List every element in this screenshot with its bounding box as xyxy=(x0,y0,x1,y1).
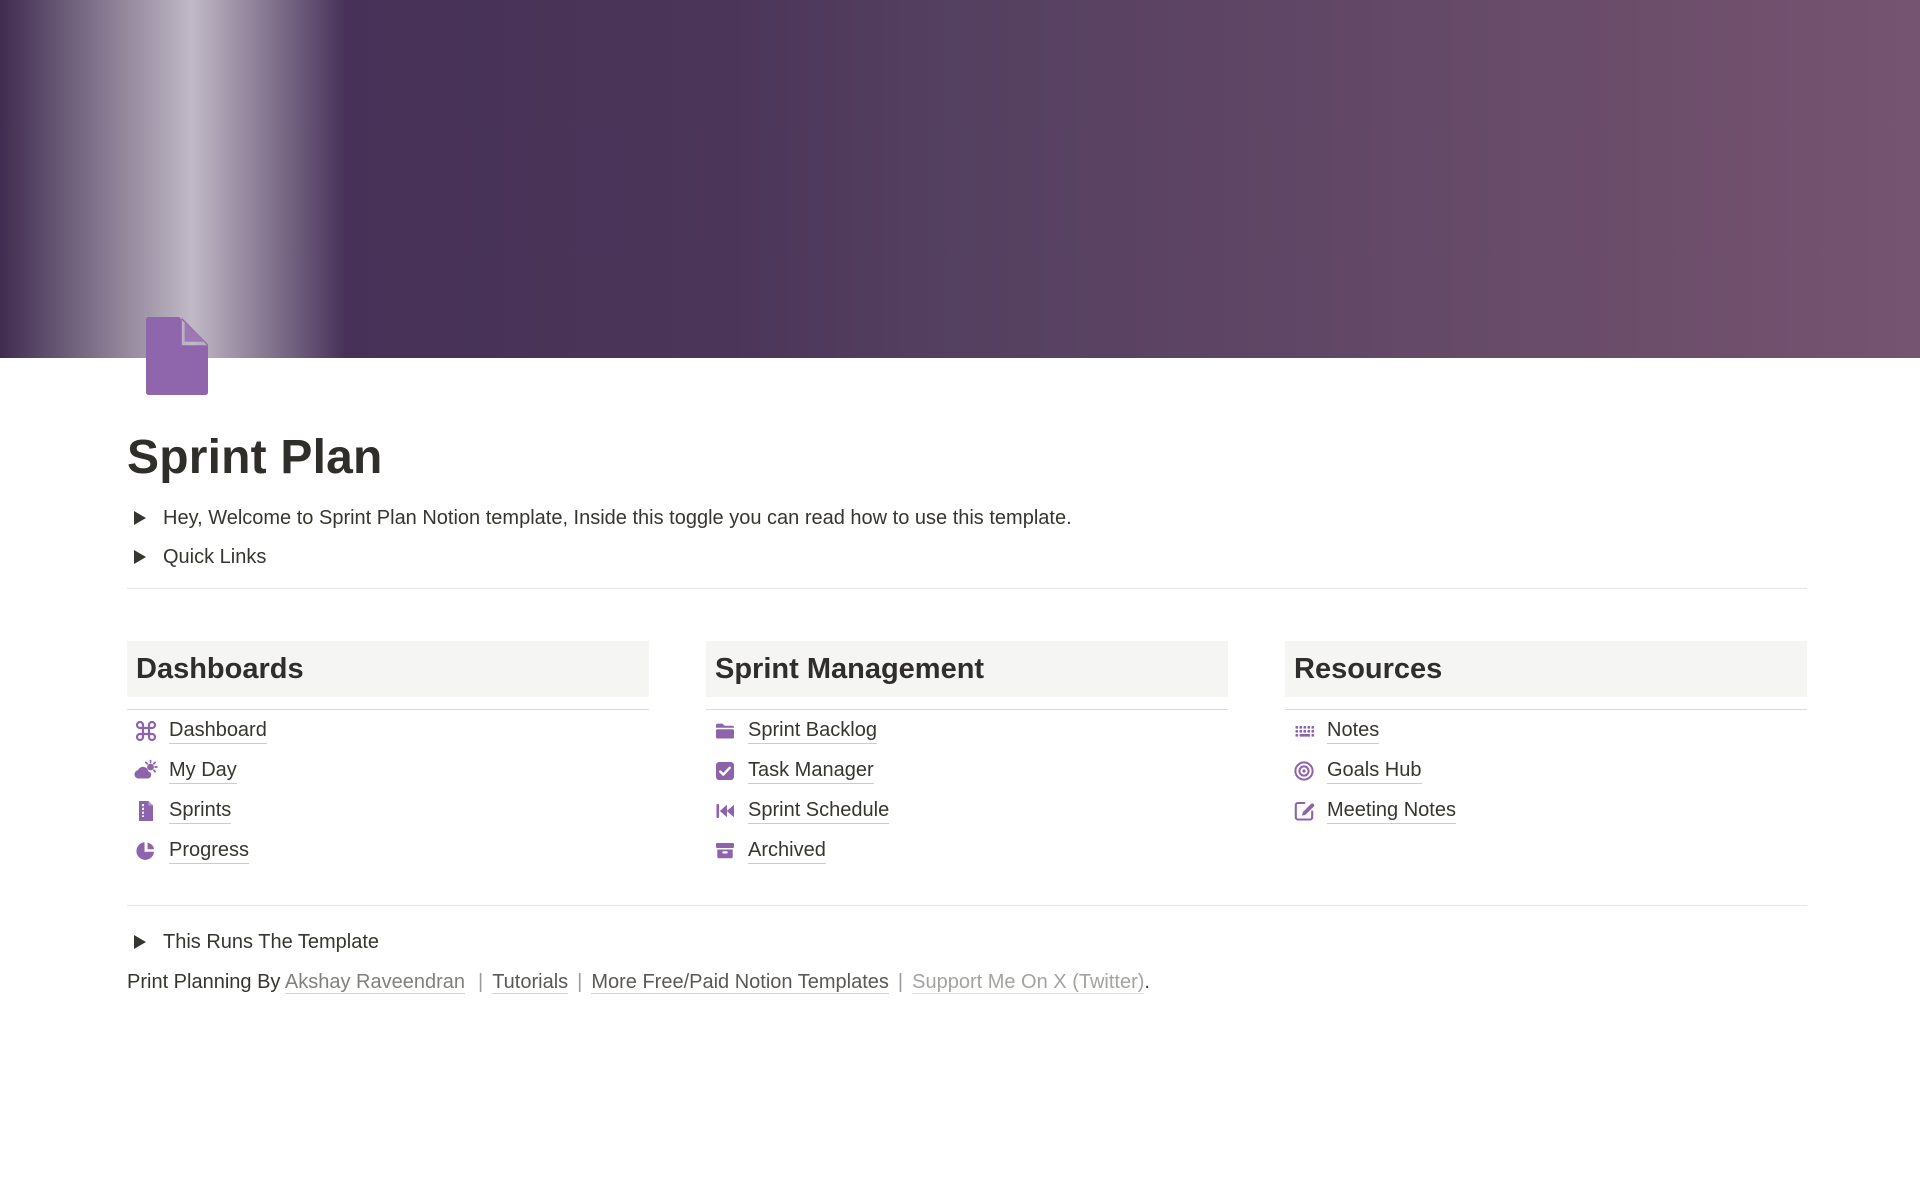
footer-suffix: . xyxy=(1144,971,1150,993)
toggle-quick-links-label: Quick Links xyxy=(163,544,266,570)
separator: | xyxy=(478,971,483,993)
toggle-runs-template-label: This Runs The Template xyxy=(163,929,379,955)
toggle-arrow-icon[interactable] xyxy=(134,550,146,564)
section-title: Sprint Management xyxy=(715,653,984,686)
list-item: My Day xyxy=(127,751,649,791)
keyboard-icon xyxy=(1292,719,1316,743)
divider xyxy=(127,709,649,710)
list-item: Meeting Notes xyxy=(1285,791,1807,831)
link-tutorials[interactable]: Tutorials xyxy=(492,971,568,994)
link-archived[interactable]: Archived xyxy=(748,838,826,864)
section-title: Resources xyxy=(1294,653,1442,686)
footer-prefix: Print Planning By xyxy=(127,971,285,993)
list-item: Sprint Schedule xyxy=(706,791,1228,831)
toggle-quick-links[interactable]: Quick Links xyxy=(127,537,1807,576)
divider xyxy=(127,588,1807,589)
list-item: Sprint Backlog xyxy=(706,711,1228,751)
columns-section: Dashboards Dashboard xyxy=(127,641,1807,871)
list-item: Progress xyxy=(127,831,649,871)
link-sprints[interactable]: Sprints xyxy=(169,798,231,824)
page-title: Sprint Plan xyxy=(127,430,1807,485)
section-header-resources: Resources xyxy=(1285,641,1807,697)
command-icon xyxy=(134,719,158,743)
link-more-templates[interactable]: More Free/Paid Notion Templates xyxy=(591,971,889,994)
list-item: Dashboard xyxy=(127,711,649,751)
list-item: Task Manager xyxy=(706,751,1228,791)
toggle-welcome-label: Hey, Welcome to Sprint Plan Notion templ… xyxy=(163,505,1072,531)
link-goals-hub[interactable]: Goals Hub xyxy=(1327,758,1422,784)
separator: | xyxy=(898,971,903,993)
column-dashboards: Dashboards Dashboard xyxy=(127,641,649,871)
pie-chart-icon xyxy=(134,839,158,863)
toggle-runs-template[interactable]: This Runs The Template xyxy=(127,922,1807,961)
separator: | xyxy=(577,971,582,993)
list-item: Notes xyxy=(1285,711,1807,751)
divider xyxy=(1285,709,1807,710)
section-title: Dashboards xyxy=(136,653,304,686)
document-icon xyxy=(134,799,158,823)
sun-cloud-icon xyxy=(134,759,158,783)
list-item: Archived xyxy=(706,831,1228,871)
column-sprint-management: Sprint Management Sprint Backlog xyxy=(706,641,1228,871)
link-meeting-notes[interactable]: Meeting Notes xyxy=(1327,798,1456,824)
link-my-day[interactable]: My Day xyxy=(169,758,237,784)
divider xyxy=(706,709,1228,710)
toggle-welcome[interactable]: Hey, Welcome to Sprint Plan Notion templ… xyxy=(127,498,1807,537)
link-notes[interactable]: Notes xyxy=(1327,718,1379,744)
edit-square-icon xyxy=(1292,799,1316,823)
target-icon xyxy=(1292,759,1316,783)
section-header-dashboards: Dashboards xyxy=(127,641,649,697)
link-author[interactable]: Akshay Raveendran xyxy=(285,971,465,994)
list-item: Sprints xyxy=(127,791,649,831)
folder-icon xyxy=(713,719,737,743)
column-resources: Resources Notes xyxy=(1285,641,1807,871)
toggle-arrow-icon[interactable] xyxy=(134,935,146,949)
attribution-footer: Print Planning By Akshay Raveendran | Tuto… xyxy=(127,967,1807,997)
rewind-icon xyxy=(713,799,737,823)
link-sprint-backlog[interactable]: Sprint Backlog xyxy=(748,718,877,744)
link-support-twitter[interactable]: Support Me On X (Twitter) xyxy=(912,971,1144,994)
archive-icon xyxy=(713,839,737,863)
link-progress[interactable]: Progress xyxy=(169,838,249,864)
link-dashboard[interactable]: Dashboard xyxy=(169,718,267,744)
link-sprint-schedule[interactable]: Sprint Schedule xyxy=(748,798,889,824)
page-body: Sprint Plan Hey, Welcome to Sprint Plan … xyxy=(127,0,1807,997)
toggle-arrow-icon[interactable] xyxy=(134,511,146,525)
checkbox-icon xyxy=(713,759,737,783)
link-task-manager[interactable]: Task Manager xyxy=(748,758,874,784)
list-item: Goals Hub xyxy=(1285,751,1807,791)
section-header-sprint-management: Sprint Management xyxy=(706,641,1228,697)
divider xyxy=(127,905,1807,906)
